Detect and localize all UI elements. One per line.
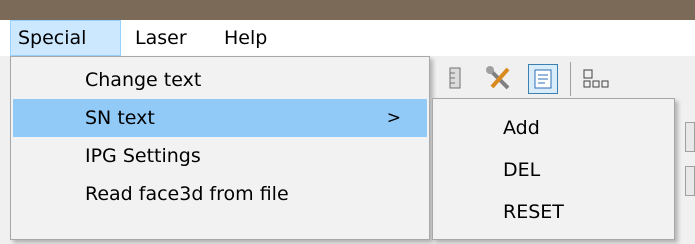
submenu-item-label: Add xyxy=(503,117,540,139)
menu-item-sn-text[interactable]: SN text > xyxy=(13,99,427,137)
submenu-item-add[interactable]: Add xyxy=(435,109,672,147)
submenu-item-label: DEL xyxy=(503,159,541,181)
chevron-right-icon: > xyxy=(386,108,401,128)
window-titlebar xyxy=(0,0,695,20)
submenu-item-del[interactable]: DEL xyxy=(435,151,672,189)
ruler-icon[interactable] xyxy=(442,64,472,94)
menu-item-label: IPG Settings xyxy=(85,145,201,167)
menu-special-label: Special xyxy=(18,27,87,49)
special-dropdown-menu: Change text SN text > IPG Settings Read … xyxy=(10,56,430,240)
toolbar-separator xyxy=(570,62,571,96)
layout-icon[interactable] xyxy=(580,64,610,94)
menu-laser-label: Laser xyxy=(135,27,187,49)
menu-item-label: Change text xyxy=(85,69,202,91)
sn-text-submenu: Add DEL RESET xyxy=(432,98,675,240)
menu-special[interactable]: Special xyxy=(10,20,121,56)
menu-item-label: Read face3d from file xyxy=(85,183,289,205)
tools-icon[interactable] xyxy=(484,64,514,94)
panel-edge xyxy=(685,166,695,196)
menu-item-label: SN text xyxy=(85,107,155,129)
submenu-item-label: RESET xyxy=(503,201,564,223)
menu-item-ipg-settings[interactable]: IPG Settings xyxy=(13,137,427,175)
properties-icon[interactable] xyxy=(528,64,558,94)
panel-edge xyxy=(685,122,695,152)
menu-help-label: Help xyxy=(224,27,268,49)
submenu-item-reset[interactable]: RESET xyxy=(435,193,672,231)
menu-item-read-face3d[interactable]: Read face3d from file xyxy=(13,175,427,213)
menu-bar: Special Laser Help xyxy=(0,20,695,56)
menu-item-change-text[interactable]: Change text xyxy=(13,61,427,99)
menu-laser[interactable]: Laser xyxy=(128,20,194,56)
menu-help[interactable]: Help xyxy=(217,20,274,56)
